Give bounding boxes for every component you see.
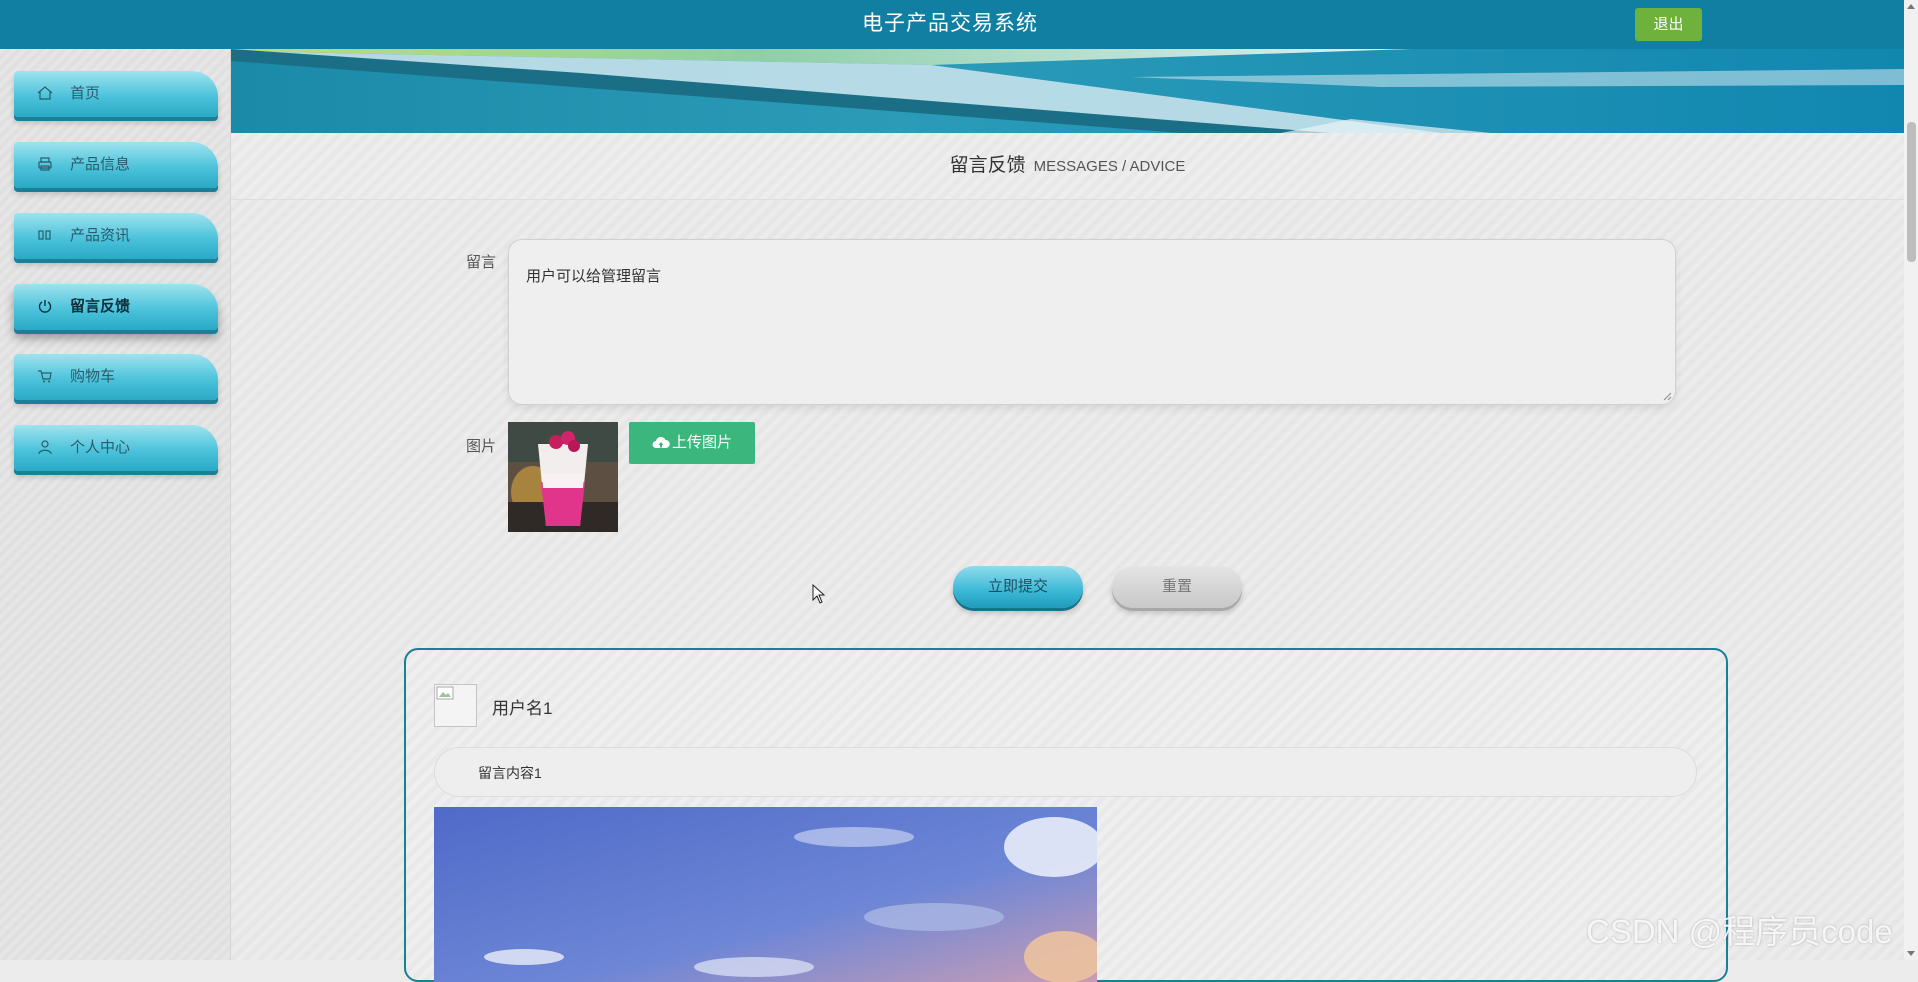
message-image bbox=[434, 807, 1097, 982]
mouse-cursor-icon bbox=[812, 584, 826, 604]
sidebar-item-home[interactable]: 首页 bbox=[14, 71, 218, 117]
sidebar-item-product-info[interactable]: 产品信息 bbox=[14, 142, 218, 188]
broken-image-icon bbox=[436, 686, 454, 700]
banner bbox=[231, 49, 1904, 133]
sidebar-item-personal-center[interactable]: 个人中心 bbox=[14, 425, 218, 471]
scroll-up-arrow-icon[interactable] bbox=[1907, 4, 1915, 9]
logout-button[interactable]: 退出 bbox=[1635, 8, 1702, 41]
resize-handle-icon[interactable] bbox=[1663, 392, 1672, 401]
scroll-down-arrow-icon[interactable] bbox=[1907, 951, 1915, 956]
message-card: 用户名1 留言内容1 bbox=[404, 648, 1728, 982]
sidebar: 首页 产品信息 产品资讯 留言反馈 购物车 个人中心 bbox=[0, 49, 231, 960]
section-title: 留言反馈 bbox=[949, 155, 1026, 176]
sidebar-item-product-news[interactable]: 产品资讯 bbox=[14, 213, 218, 259]
message-textarea[interactable]: 用户可以给管理留言 bbox=[508, 239, 1676, 405]
cloud-upload-icon bbox=[652, 436, 670, 448]
submit-button[interactable]: 立即提交 bbox=[953, 566, 1083, 608]
scroll-thumb[interactable] bbox=[1907, 122, 1916, 262]
message-content: 留言内容1 bbox=[478, 765, 542, 781]
message-label: 留言 bbox=[466, 254, 497, 271]
sidebar-item-feedback[interactable]: 留言反馈 bbox=[14, 284, 218, 330]
upload-label: 上传图片 bbox=[671, 434, 732, 451]
banner-graphic bbox=[231, 49, 1904, 133]
printer-icon bbox=[38, 157, 52, 171]
watermark-text: CSDN @程序员code bbox=[1586, 913, 1893, 950]
section-header: 留言反馈 MESSAGES / ADVICE bbox=[231, 133, 1904, 200]
sidebar-item-label: 留言反馈 bbox=[70, 298, 131, 315]
message-username: 用户名1 bbox=[492, 699, 553, 718]
sidebar-item-cart[interactable]: 购物车 bbox=[14, 354, 218, 400]
sidebar-item-label: 产品资讯 bbox=[70, 227, 131, 244]
avatar bbox=[434, 684, 477, 727]
app-title: 电子产品交易系统 bbox=[862, 12, 1038, 35]
sidebar-item-label: 首页 bbox=[70, 85, 101, 102]
reset-button[interactable]: 重置 bbox=[1112, 566, 1242, 608]
image-label: 图片 bbox=[466, 438, 497, 455]
sidebar-item-label: 个人中心 bbox=[70, 439, 131, 456]
top-bar: 电子产品交易系统 退出 bbox=[0, 0, 1918, 49]
page-scrollbar[interactable] bbox=[1904, 0, 1918, 960]
cart-icon bbox=[38, 370, 52, 383]
user-icon bbox=[38, 440, 52, 455]
message-value: 用户可以给管理留言 bbox=[526, 268, 662, 285]
upload-image-button[interactable]: 上传图片 bbox=[629, 422, 755, 464]
sidebar-item-label: 产品信息 bbox=[70, 156, 131, 173]
message-content-box: 留言内容1 bbox=[434, 747, 1697, 797]
columns-icon bbox=[38, 230, 51, 240]
home-icon bbox=[37, 86, 53, 100]
uploaded-image-preview[interactable] bbox=[508, 422, 618, 532]
section-subtitle: MESSAGES / ADVICE bbox=[1033, 158, 1186, 175]
power-icon bbox=[38, 300, 52, 313]
sidebar-item-label: 购物车 bbox=[70, 368, 116, 385]
